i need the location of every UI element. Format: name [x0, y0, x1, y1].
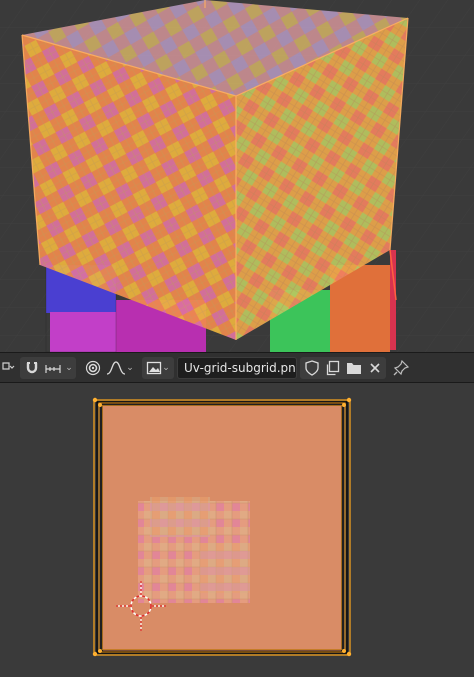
shield-icon[interactable]: [301, 357, 322, 379]
snap-increment-icon[interactable]: [43, 357, 63, 379]
falloff-curve-icon[interactable]: ⌄: [104, 357, 136, 379]
chevron-down-icon: ⌄: [126, 363, 134, 373]
snap-dropdown[interactable]: ⌄: [63, 357, 75, 379]
uv-editor-header: ⌄ ⌄ ⌄ Uv-grid-subgrid.png: [0, 352, 474, 383]
proportional-edit-icon[interactable]: [82, 357, 104, 379]
chevron-down-icon: ⌄: [65, 363, 73, 373]
chevron-down-icon: ⌄: [162, 363, 170, 373]
uv-checker-patch: [138, 497, 250, 603]
magnet-icon[interactable]: [21, 357, 43, 379]
image-browse-icon[interactable]: ⌄: [143, 357, 173, 379]
uv-canvas: [0, 383, 474, 677]
image-name-field[interactable]: Uv-grid-subgrid.png: [177, 357, 297, 379]
3d-viewport[interactable]: [0, 0, 474, 352]
duplicate-icon[interactable]: [322, 357, 343, 379]
close-icon[interactable]: [364, 357, 385, 379]
pivot-dropdown[interactable]: [0, 357, 16, 379]
uv-editor-area[interactable]: [0, 383, 474, 677]
pin-icon[interactable]: [391, 357, 411, 379]
folder-icon[interactable]: [343, 357, 364, 379]
viewport-scene: [0, 0, 474, 352]
